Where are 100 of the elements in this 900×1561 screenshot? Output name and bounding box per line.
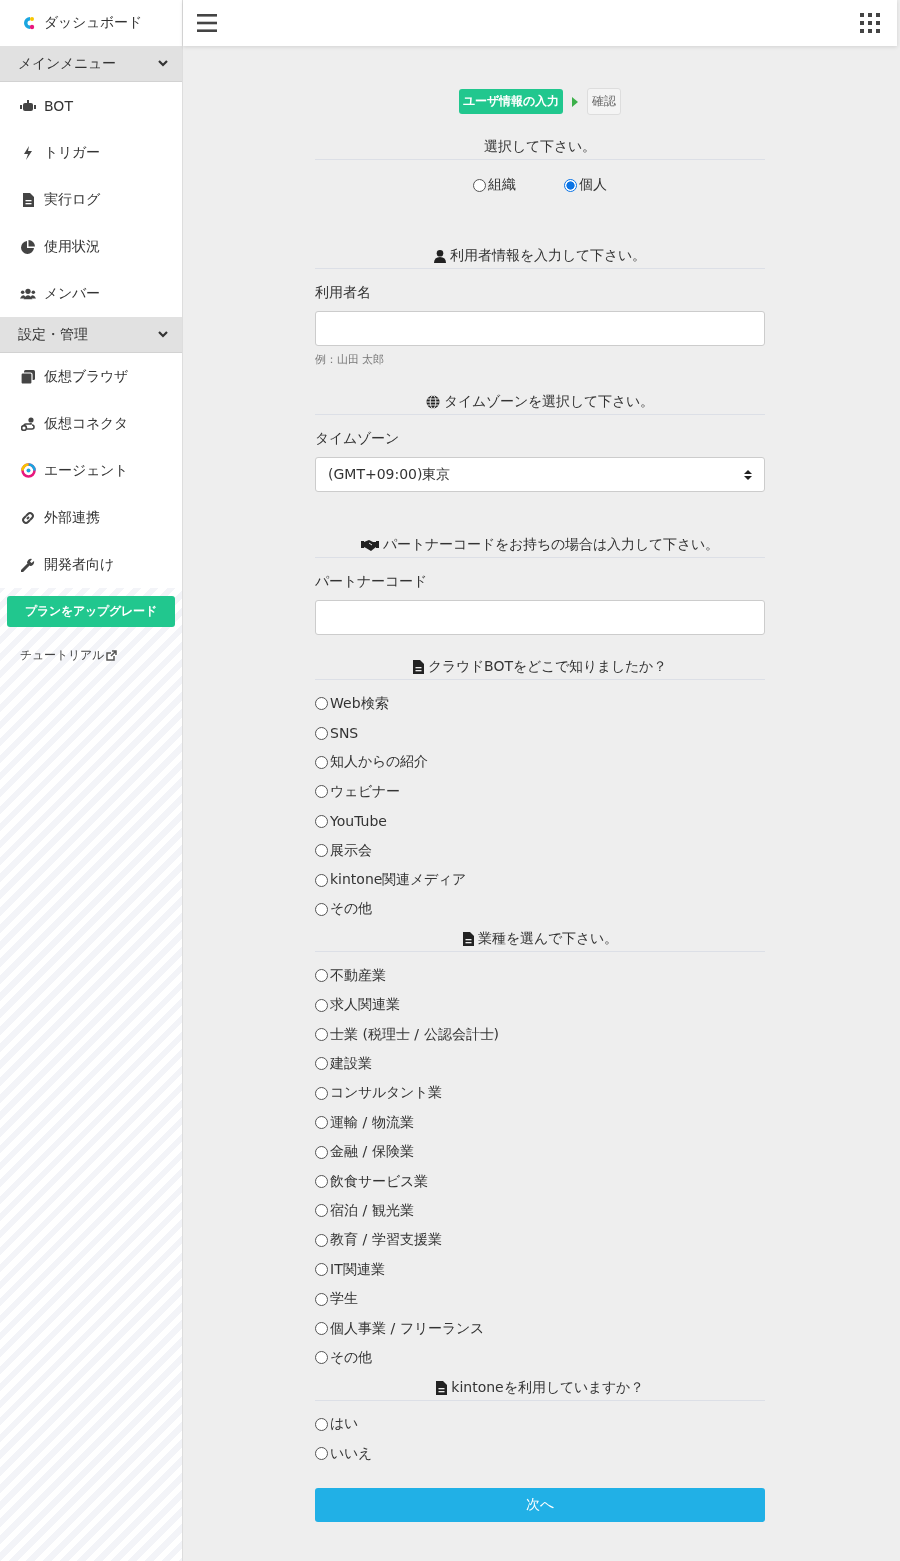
sidebar-item[interactable]: エージェント bbox=[0, 447, 182, 494]
sidebar-item[interactable]: 実行ログ bbox=[0, 176, 182, 223]
radio-button[interactable] bbox=[315, 1028, 328, 1042]
heading-text: タイムゾーンを選択して下さい。 bbox=[444, 393, 654, 411]
heading-text: 選択して下さい。 bbox=[484, 138, 596, 156]
radio-button[interactable] bbox=[315, 1292, 328, 1306]
radio-label: 教育 / 学習支援業 bbox=[330, 1231, 442, 1250]
radio-button[interactable] bbox=[315, 873, 328, 887]
heading-text: kintoneを利用していますか？ bbox=[451, 1378, 644, 1397]
radio-button[interactable] bbox=[315, 1204, 328, 1218]
radio-button[interactable] bbox=[315, 1116, 328, 1130]
radio-label: 知人からの紹介 bbox=[330, 753, 428, 772]
radio-button[interactable] bbox=[315, 726, 328, 740]
radio-button[interactable] bbox=[315, 814, 328, 828]
radio-label: 金融 / 保険業 bbox=[330, 1143, 414, 1162]
radio-button[interactable] bbox=[315, 1351, 328, 1365]
radio-button[interactable] bbox=[315, 998, 328, 1012]
file-icon bbox=[413, 660, 425, 674]
sidebar-item[interactable]: 仮想ブラウザ bbox=[0, 353, 182, 400]
radio-button[interactable] bbox=[315, 969, 328, 983]
file-icon bbox=[22, 192, 34, 207]
file-icon bbox=[436, 1380, 448, 1395]
radio-button[interactable] bbox=[473, 178, 486, 192]
apps-grid-icon[interactable] bbox=[860, 13, 880, 33]
item-label: 仮想コネクタ bbox=[44, 414, 128, 433]
sidebar-item[interactable]: 仮想コネクタ bbox=[0, 400, 182, 447]
radio-label: いいえ bbox=[330, 1444, 372, 1463]
input-field[interactable] bbox=[315, 311, 765, 346]
agent-logo-icon bbox=[20, 463, 36, 478]
item-label: 仮想ブラウザ bbox=[44, 367, 128, 386]
radio-label: 個人事業 / フリーランス bbox=[330, 1319, 484, 1338]
radio-button[interactable] bbox=[564, 178, 577, 192]
external-link-icon bbox=[106, 650, 117, 661]
radio-label: 運輸 / 物流業 bbox=[330, 1113, 414, 1132]
radio-label: IT関連業 bbox=[330, 1260, 385, 1279]
step-arrow-icon bbox=[572, 96, 578, 107]
users-icon bbox=[20, 287, 36, 300]
robot-icon bbox=[20, 99, 36, 112]
radio-button[interactable] bbox=[315, 844, 328, 858]
sidebar-group-header[interactable]: メインメニュー bbox=[0, 46, 182, 82]
radio-button[interactable] bbox=[315, 1447, 328, 1461]
radio-label: 建設業 bbox=[330, 1055, 372, 1073]
sidebar-item[interactable]: 使用状況 bbox=[0, 223, 182, 270]
radio-label: ウェビナー bbox=[330, 782, 400, 801]
radio-label: SNS bbox=[330, 725, 359, 742]
timezone-select[interactable]: (GMT+09:00)東京 bbox=[315, 457, 765, 492]
item-label: 使用状況 bbox=[44, 237, 100, 256]
heading-text: パートナーコードをお持ちの場合は入力して下さい。 bbox=[383, 536, 719, 554]
group-title: メインメニュー bbox=[18, 54, 116, 73]
radio-label: コンサルタント業 bbox=[330, 1084, 442, 1103]
item-label: 実行ログ bbox=[44, 190, 100, 209]
radio-button[interactable] bbox=[315, 1233, 328, 1247]
sidebar-item[interactable]: 外部連携 bbox=[0, 494, 182, 541]
heading-text: 利用者情報を入力して下さい。 bbox=[450, 247, 646, 265]
file-icon bbox=[462, 932, 474, 947]
radio-label: その他 bbox=[330, 900, 372, 919]
sidebar-item[interactable]: ダッシュボード bbox=[0, 0, 182, 46]
sidebar-group-header[interactable]: 設定・管理 bbox=[0, 317, 182, 353]
radio-button[interactable] bbox=[315, 1175, 328, 1189]
wrench-icon bbox=[21, 557, 35, 572]
bolt-icon bbox=[23, 145, 33, 160]
radio-label: 展示会 bbox=[330, 841, 372, 860]
radio-button[interactable] bbox=[315, 1086, 328, 1100]
radio-label: Web検索 bbox=[330, 694, 389, 713]
globe-icon bbox=[426, 395, 440, 409]
radio-button[interactable] bbox=[315, 785, 328, 799]
handshake-icon bbox=[361, 539, 379, 551]
radio-button[interactable] bbox=[315, 1057, 328, 1071]
step-badge: 確認 bbox=[587, 88, 621, 115]
item-label: トリガー bbox=[44, 143, 100, 162]
heading-text: クラウドBOTをどこで知りましたか？ bbox=[428, 658, 667, 676]
menu-icon[interactable] bbox=[197, 14, 217, 32]
radio-button[interactable] bbox=[315, 697, 328, 711]
sidebar-item[interactable]: トリガー bbox=[0, 129, 182, 176]
radio-button[interactable] bbox=[315, 1322, 328, 1335]
radio-label: 士業 (税理士 / 公認会計士) bbox=[330, 1025, 499, 1044]
field-label: パートナーコード bbox=[315, 573, 428, 591]
windows-icon bbox=[21, 369, 35, 384]
radio-label: 求人関連業 bbox=[330, 996, 400, 1015]
radio-button[interactable] bbox=[315, 755, 328, 769]
chevron-down-icon bbox=[158, 331, 168, 338]
radio-label: その他 bbox=[330, 1348, 372, 1367]
radio-button[interactable] bbox=[315, 902, 328, 916]
select-arrows-icon bbox=[744, 468, 752, 481]
user-icon bbox=[434, 249, 446, 263]
tutorial-link[interactable]: チュートリアル bbox=[20, 647, 117, 664]
sidebar-item[interactable]: 開発者向け bbox=[0, 541, 182, 588]
route-icon bbox=[21, 416, 35, 431]
input-field[interactable] bbox=[315, 600, 765, 635]
radio-button[interactable] bbox=[315, 1145, 328, 1159]
pie-chart-icon bbox=[21, 239, 35, 254]
step-badge: ユーザ情報の入力 bbox=[459, 89, 563, 114]
radio-button[interactable] bbox=[315, 1263, 328, 1277]
radio-label: 学生 bbox=[330, 1290, 358, 1309]
radio-button[interactable] bbox=[315, 1417, 328, 1431]
sidebar-item[interactable]: BOT bbox=[0, 82, 182, 129]
radio-label: はい bbox=[330, 1415, 358, 1434]
radio-label: 飲食サービス業 bbox=[330, 1172, 428, 1191]
item-label: 開発者向け bbox=[44, 555, 114, 574]
sidebar-item[interactable]: メンバー bbox=[0, 270, 182, 317]
